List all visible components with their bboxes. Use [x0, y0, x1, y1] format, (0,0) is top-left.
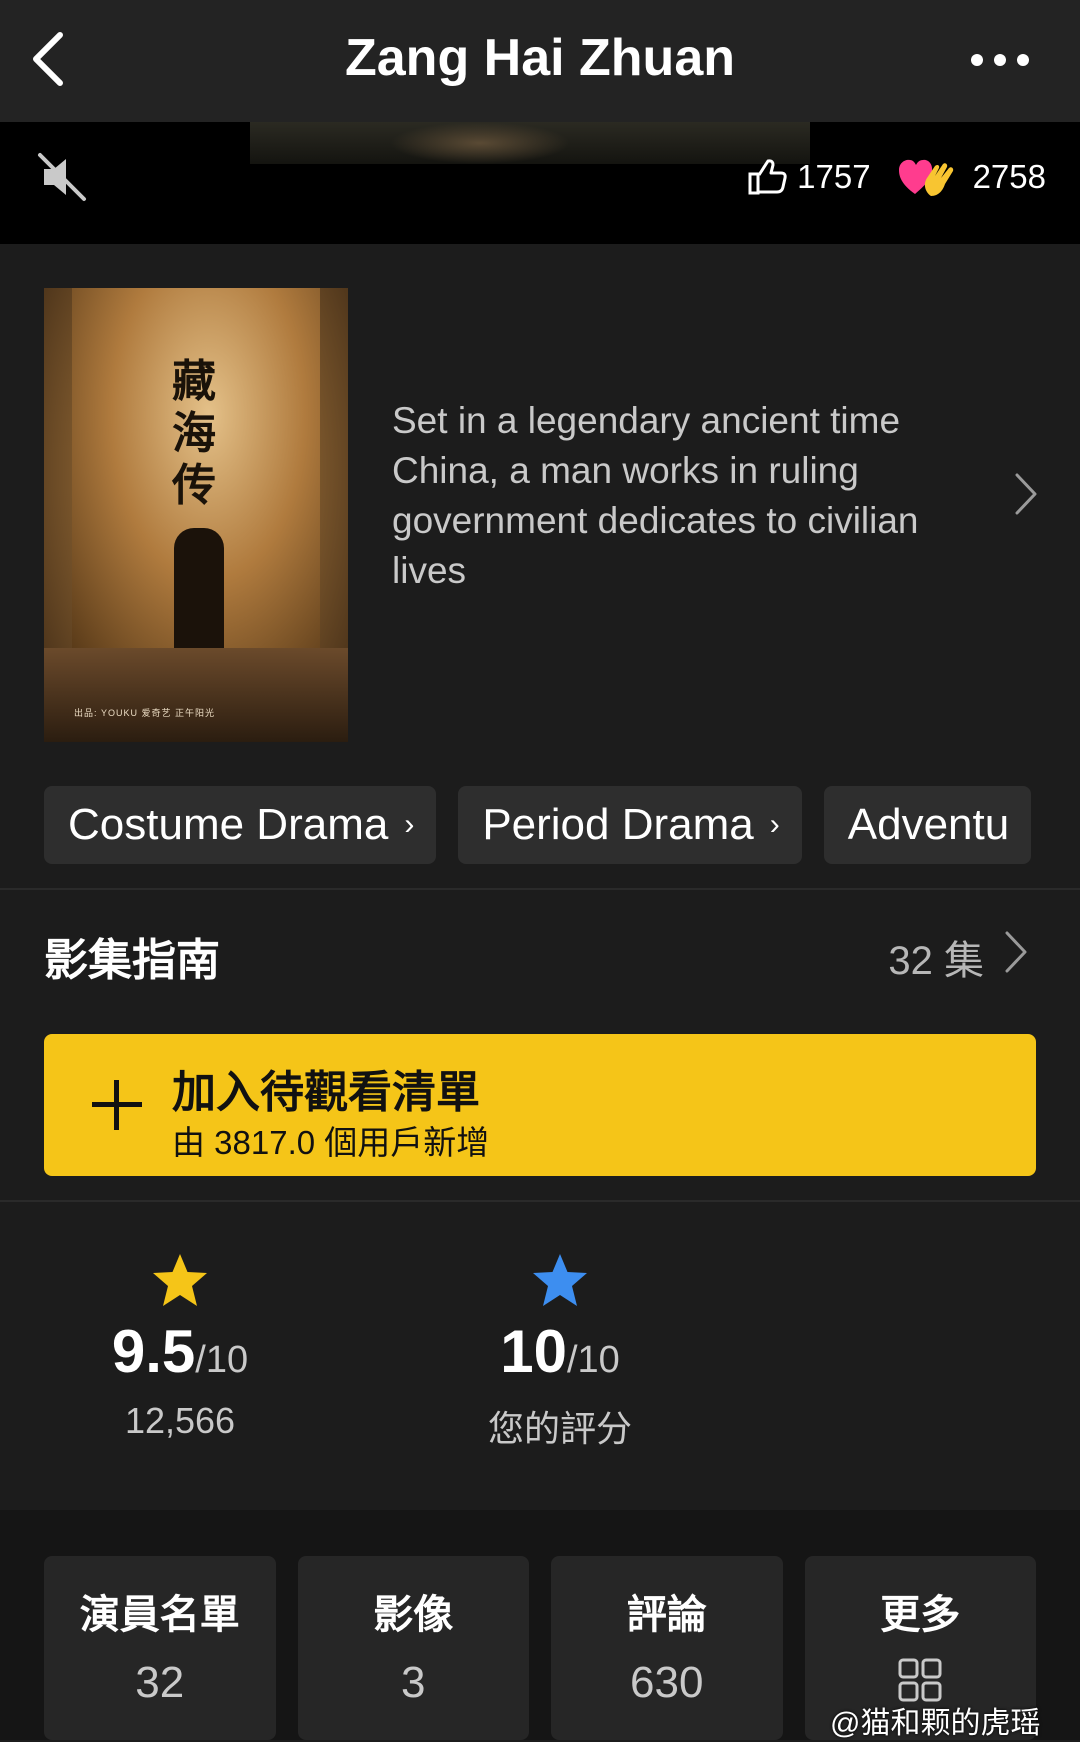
- rating-scale: /10: [566, 1339, 620, 1381]
- mute-button[interactable]: [32, 147, 92, 207]
- add-to-watchlist-button[interactable]: 加入待觀看清單 由 3817.0 個用戶新增: [44, 1034, 1036, 1176]
- user-rating[interactable]: 10/10 您的評分: [430, 1252, 690, 1452]
- divider: [0, 1200, 1080, 1202]
- tile-value: 32: [135, 1658, 185, 1707]
- genre-chip-costume-drama[interactable]: Costume Drama ›: [44, 786, 437, 864]
- watermark-text: @猫和颗的虎瑶: [830, 1707, 1041, 1740]
- more-horizontal-icon: [971, 54, 1029, 66]
- chevron-right-icon: [996, 924, 1036, 980]
- star-icon: [533, 1254, 587, 1306]
- divider: [0, 888, 1080, 890]
- reviews-tile[interactable]: 評論 630: [551, 1556, 783, 1740]
- genre-label: Period Drama: [482, 800, 754, 849]
- rating-scale: /10: [195, 1339, 249, 1381]
- page-title: Zang Hai Zhuan: [345, 29, 735, 87]
- genre-label: Adventu: [847, 800, 1010, 849]
- tile-label: 影像: [373, 1593, 454, 1637]
- rating-score: 10: [500, 1318, 567, 1385]
- watermark: @猫和颗的虎瑶: [830, 1700, 1040, 1740]
- watchlist-label: 加入待觀看清單: [172, 1068, 480, 1117]
- chevron-left-icon: [33, 32, 63, 86]
- cast-tile[interactable]: 演員名單 32: [44, 1556, 276, 1740]
- grid-icon: [898, 1658, 942, 1702]
- genre-list: Costume Drama › Period Drama › Adventu: [0, 786, 1080, 866]
- watchlist-added-count: 由 3817.0 個用戶新增: [172, 1124, 490, 1161]
- poster-figure: [174, 528, 224, 658]
- back-button[interactable]: [18, 24, 78, 94]
- like-count: 1757: [797, 158, 871, 195]
- reaction-stat[interactable]: 2758: [897, 156, 1046, 198]
- genre-chip-period-drama[interactable]: Period Drama ›: [458, 786, 802, 864]
- top-bar: Zang Hai Zhuan: [0, 0, 1080, 122]
- chevron-right-icon: [1015, 473, 1037, 515]
- poster-floor: [44, 648, 348, 742]
- reaction-count: 2758: [972, 158, 1046, 195]
- tile-label: 演員名單: [79, 1593, 240, 1637]
- episode-guide-row[interactable]: 影集指南 32 集: [44, 920, 1040, 986]
- poster-image[interactable]: 藏海传 出品: YOUKU 爱奇艺 正午阳光: [44, 288, 348, 742]
- like-stat[interactable]: 1757: [747, 158, 871, 196]
- video-stats: 1757 2758: [747, 152, 1046, 202]
- thumbs-up-icon: [748, 159, 787, 195]
- genre-chip-adventure[interactable]: Adventu: [823, 786, 1032, 864]
- your-rating-label: 您的評分: [487, 1408, 632, 1449]
- tile-label: 更多: [880, 1593, 961, 1637]
- chevron-right-icon: ›: [404, 808, 415, 841]
- poster-credits: 出品: YOUKU 爱奇艺 正午阳光: [74, 708, 216, 718]
- episode-count: 32 集: [888, 939, 984, 983]
- tile-label: 評論: [626, 1593, 707, 1637]
- rating-votes: 12,566: [124, 1400, 236, 1441]
- episode-guide-title: 影集指南: [44, 936, 220, 985]
- imdb-rating[interactable]: 9.5/10 12,566: [50, 1252, 310, 1442]
- video-frame: [250, 122, 810, 164]
- mute-icon: [38, 153, 86, 201]
- more-options-button[interactable]: [950, 30, 1050, 90]
- chevron-right-icon: ›: [769, 808, 780, 841]
- ratings-section: 9.5/10 12,566 10/10 您的評分: [0, 1218, 1080, 1508]
- star-icon: [153, 1254, 207, 1306]
- tile-value: 630: [630, 1658, 704, 1707]
- plus-icon: [92, 1080, 142, 1130]
- tile-value: 3: [401, 1658, 426, 1707]
- rating-score: 9.5: [111, 1318, 196, 1385]
- synopsis-text[interactable]: Set in a legendary ancient time China, a…: [392, 396, 952, 596]
- poster-title: 藏海传: [172, 356, 216, 511]
- heart-clap-icon: [898, 159, 953, 196]
- images-tile[interactable]: 影像 3: [297, 1556, 529, 1740]
- synopsis-expand-button[interactable]: [1006, 464, 1046, 524]
- genre-label: Costume Drama: [68, 800, 389, 849]
